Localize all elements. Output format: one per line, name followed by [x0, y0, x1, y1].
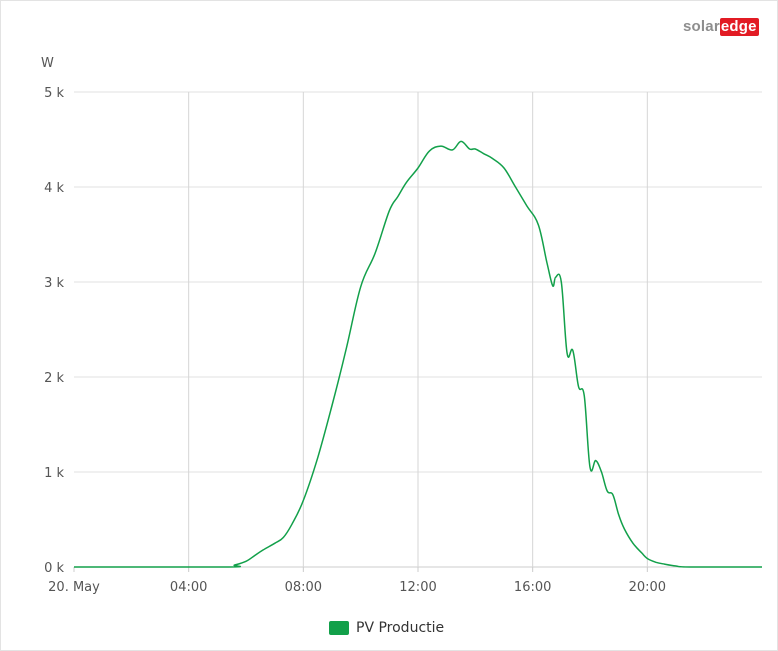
- y-tick-label: 1 k: [44, 466, 64, 481]
- legend[interactable]: PV Productie: [329, 620, 444, 636]
- y-tick-label: 4 k: [44, 181, 64, 196]
- y-tick-label: 3 k: [44, 276, 64, 291]
- legend-label: PV Productie: [356, 620, 445, 636]
- x-tick-label: 20:00: [629, 580, 666, 595]
- x-tick-label: 16:00: [514, 580, 551, 595]
- x-axis: 20. May 04:00 08:00 12:00 16:00 20:00: [48, 567, 666, 595]
- y-tick-label: 5 k: [44, 86, 64, 101]
- y-axis: 0 k 1 k 2 k 3 k 4 k 5 k: [44, 86, 64, 576]
- x-tick-label: 04:00: [170, 580, 207, 595]
- y-axis-unit-label: W: [41, 56, 54, 71]
- grid-lines: [74, 91, 762, 568]
- y-tick-label: 0 k: [44, 561, 64, 576]
- x-tick-label: 12:00: [399, 580, 436, 595]
- legend-swatch: [329, 621, 349, 635]
- y-tick-label: 2 k: [44, 371, 64, 386]
- x-tick-label: 20. May: [48, 580, 100, 595]
- production-chart: 20. May 04:00 08:00 12:00 16:00 20:00 0 k 1 k 2…: [41, 56, 762, 595]
- x-tick-label: 08:00: [285, 580, 322, 595]
